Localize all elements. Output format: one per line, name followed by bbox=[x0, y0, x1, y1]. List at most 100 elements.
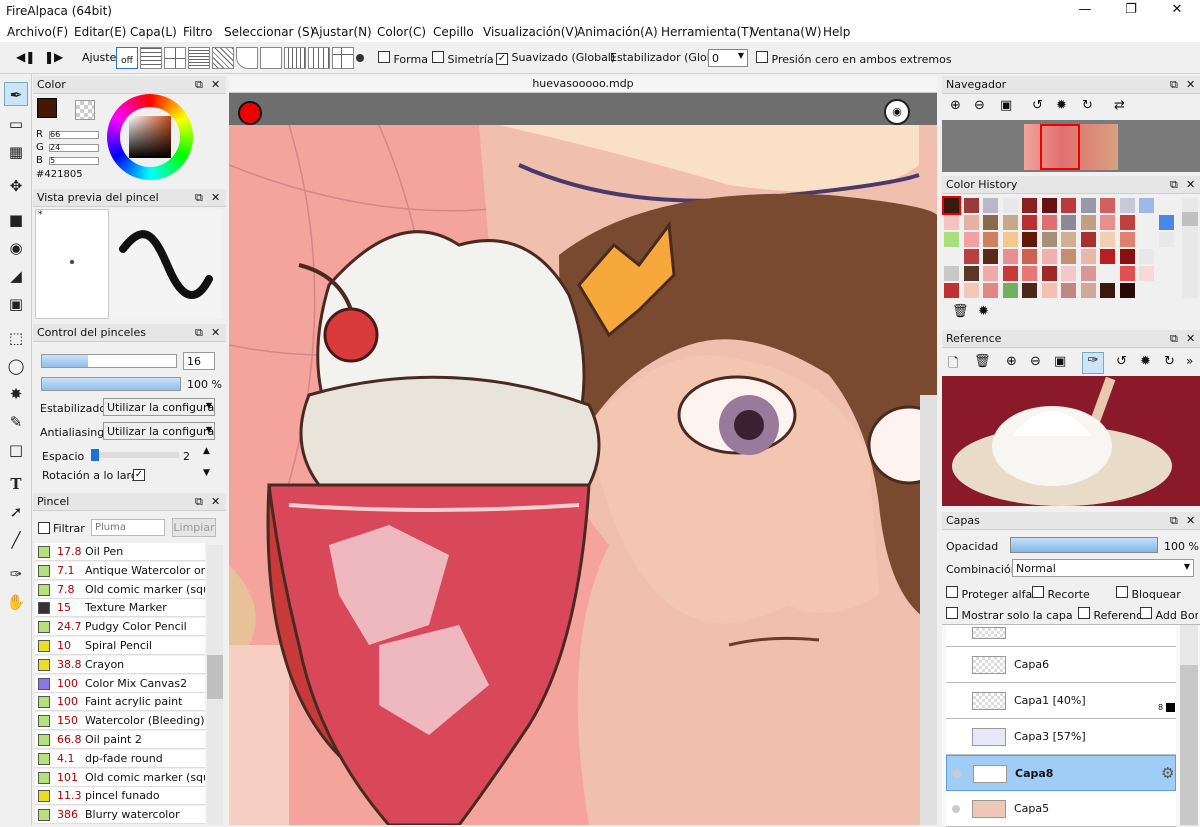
reference-toggle[interactable]: Referenc bbox=[1078, 607, 1148, 622]
detach-icon[interactable]: ⧉ bbox=[195, 495, 203, 509]
color-history-swatch[interactable] bbox=[1139, 249, 1154, 264]
menu-ventana[interactable]: Ventana(W) bbox=[751, 25, 822, 39]
prev-icon[interactable]: ◀❚ bbox=[16, 50, 35, 64]
antialiasing-select[interactable]: Utilizar la configuraci ▼ bbox=[103, 422, 215, 440]
snap-parallel-icon[interactable] bbox=[140, 47, 162, 69]
color-history-swatch[interactable] bbox=[1061, 215, 1076, 230]
gamepad-tool-icon[interactable]: ◉ bbox=[4, 236, 28, 260]
clear-button[interactable]: Limpiar bbox=[172, 518, 216, 537]
size-input[interactable]: 16 bbox=[183, 352, 215, 370]
snap-cross-icon[interactable] bbox=[164, 47, 186, 69]
filter-checkbox[interactable] bbox=[38, 522, 50, 534]
layer-row[interactable]: Capa6 bbox=[946, 647, 1176, 683]
color-history-swatch[interactable] bbox=[1119, 266, 1135, 281]
trash-icon[interactable]: 🗑 bbox=[952, 304, 969, 319]
saturation-square[interactable] bbox=[129, 116, 171, 158]
color-history-swatch[interactable] bbox=[963, 249, 979, 264]
close-icon[interactable]: ✕ bbox=[211, 326, 220, 339]
reference-image[interactable] bbox=[942, 376, 1200, 506]
layer-list-scrollbar[interactable] bbox=[1180, 625, 1198, 826]
reset-rotation-icon[interactable]: ✹ bbox=[1140, 354, 1151, 369]
color-history-swatch[interactable] bbox=[983, 198, 998, 213]
size-slider[interactable] bbox=[41, 354, 177, 368]
menu-ajustar[interactable]: Ajustar(N) bbox=[311, 25, 372, 39]
snap-grid-icon[interactable] bbox=[188, 47, 210, 69]
zoom-in-icon[interactable]: ⊕ bbox=[950, 98, 961, 113]
rotate-right-icon[interactable]: ↻ bbox=[1082, 98, 1093, 113]
detach-icon[interactable]: ⧉ bbox=[195, 191, 203, 205]
eyedropper-icon[interactable]: ✑ bbox=[1082, 352, 1104, 374]
color-history-swatch[interactable] bbox=[942, 196, 961, 215]
color-history-swatch[interactable] bbox=[1061, 232, 1076, 247]
brush-list-item[interactable]: 150 Watercolor (Bleeding) bbox=[35, 712, 205, 731]
next-icon[interactable]: ❚▶ bbox=[44, 50, 63, 64]
snap-radial-icon[interactable] bbox=[212, 47, 234, 69]
color-history-swatch[interactable] bbox=[1080, 266, 1096, 281]
color-history-swatch[interactable] bbox=[1119, 249, 1135, 264]
protect-alpha-checkbox[interactable] bbox=[946, 586, 958, 598]
color-history-swatch[interactable] bbox=[944, 283, 959, 298]
zoom-out-icon[interactable]: ⊖ bbox=[974, 98, 985, 113]
brush-list-item[interactable]: 101 Old comic marker (squar bbox=[35, 768, 205, 787]
detach-icon[interactable]: ⧉ bbox=[1170, 514, 1178, 528]
color-history-swatch[interactable] bbox=[1100, 232, 1115, 247]
color-history-swatch[interactable] bbox=[1022, 283, 1037, 298]
visibility-icon[interactable] bbox=[953, 770, 961, 778]
menu-visualizacion[interactable]: Visualización(V) bbox=[483, 25, 578, 39]
navigator-viewport[interactable] bbox=[1040, 124, 1080, 170]
color-history-swatch[interactable] bbox=[963, 198, 979, 213]
suavizado-checkbox[interactable]: ✓ bbox=[496, 53, 508, 65]
menu-help[interactable]: Help bbox=[823, 25, 850, 39]
color-history-swatch[interactable] bbox=[1100, 283, 1115, 298]
color-history-swatch[interactable] bbox=[1041, 232, 1057, 247]
maximize-button[interactable]: ❐ bbox=[1108, 0, 1154, 22]
color-history-swatch[interactable] bbox=[983, 249, 998, 264]
brush-list-item[interactable]: 38.8 Crayon bbox=[35, 655, 205, 674]
primary-color-swatch[interactable] bbox=[37, 98, 57, 118]
show-only-checkbox[interactable] bbox=[946, 607, 958, 619]
simetria-toggle[interactable]: Simetría bbox=[432, 51, 494, 66]
menu-cepillo[interactable]: Cepillo bbox=[433, 25, 474, 39]
color-history-swatch[interactable] bbox=[1100, 198, 1115, 213]
color-history-swatch[interactable] bbox=[1100, 249, 1115, 264]
color-history-swatch[interactable] bbox=[944, 266, 959, 281]
brush-list-item[interactable]: 15 Texture Marker bbox=[35, 599, 205, 618]
color-history-swatch[interactable] bbox=[944, 232, 959, 247]
layer-row[interactable]: Capa5 bbox=[946, 791, 1176, 827]
brush-list-item[interactable]: 24.7 Pudgy Color Pencil bbox=[35, 618, 205, 637]
close-icon[interactable]: ✕ bbox=[1186, 78, 1195, 91]
color-history-swatch[interactable] bbox=[1080, 283, 1096, 298]
minimize-button[interactable]: — bbox=[1062, 0, 1108, 22]
select-tool-icon[interactable]: ⬚ bbox=[4, 326, 28, 350]
fit-icon[interactable]: ▣ bbox=[1054, 354, 1066, 369]
forma-toggle[interactable]: Forma bbox=[378, 51, 428, 66]
g-slider[interactable]: 24 bbox=[49, 144, 99, 152]
color-history-swatch[interactable] bbox=[1158, 215, 1174, 230]
color-wheel[interactable] bbox=[107, 94, 193, 180]
bucket-tool-icon[interactable]: ◢ bbox=[4, 264, 28, 288]
menu-filtro[interactable]: Filtro bbox=[183, 25, 212, 39]
brush-list-item[interactable]: 7.8 Old comic marker (squar bbox=[35, 580, 205, 599]
layer-row[interactable] bbox=[946, 625, 1176, 647]
color-history-swatch[interactable] bbox=[1139, 266, 1154, 281]
document-tab[interactable]: huevasooooo.mdp bbox=[229, 76, 937, 93]
brush-list-item[interactable]: 100 Faint acrylic paint bbox=[35, 693, 205, 712]
dot-tool-icon[interactable]: ▦ bbox=[4, 140, 28, 164]
color-history-scrollbar[interactable] bbox=[1182, 198, 1198, 298]
color-history-swatch[interactable] bbox=[963, 283, 979, 298]
close-icon[interactable]: ✕ bbox=[211, 495, 220, 508]
close-icon[interactable]: ✕ bbox=[1186, 332, 1195, 345]
detach-icon[interactable]: ⧉ bbox=[195, 78, 203, 92]
color-history-swatch[interactable] bbox=[1041, 266, 1057, 281]
add-border-checkbox[interactable] bbox=[1140, 607, 1152, 619]
color-history-swatch[interactable] bbox=[1080, 198, 1096, 213]
color-history-swatch[interactable] bbox=[1002, 198, 1018, 213]
fit-icon[interactable]: ▣ bbox=[1000, 98, 1012, 113]
show-only-toggle[interactable]: Mostrar solo la capa acti bbox=[946, 607, 1074, 622]
color-history-swatch[interactable] bbox=[1119, 215, 1135, 230]
color-history-swatch[interactable] bbox=[1022, 215, 1037, 230]
color-history-swatch[interactable] bbox=[983, 232, 998, 247]
close-icon[interactable]: ✕ bbox=[211, 191, 220, 204]
close-icon[interactable]: ✕ bbox=[1186, 178, 1195, 191]
color-history-swatch[interactable] bbox=[1158, 266, 1174, 281]
